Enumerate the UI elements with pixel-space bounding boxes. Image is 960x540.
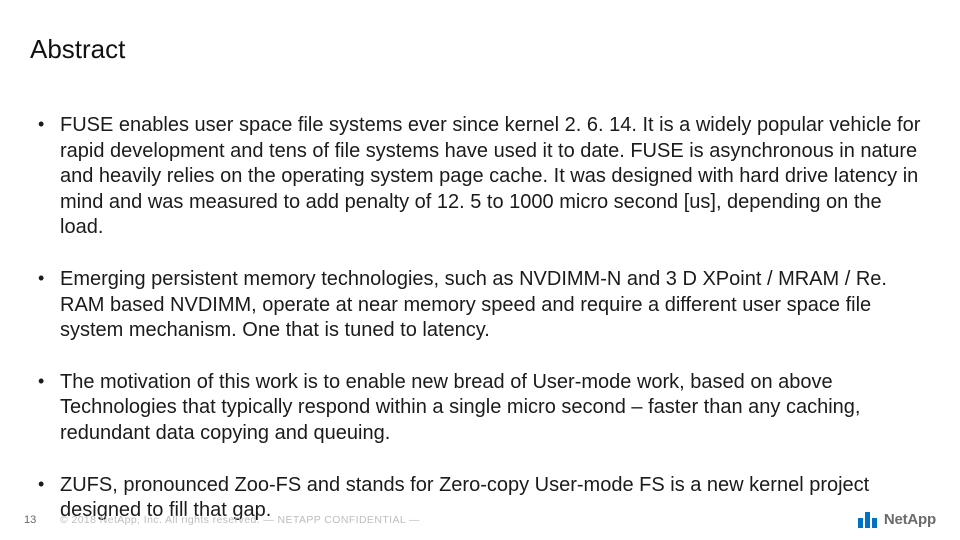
netapp-logo: NetApp <box>858 511 936 528</box>
netapp-logo-text: NetApp <box>884 511 936 528</box>
bullet-item: FUSE enables user space file systems eve… <box>30 113 930 241</box>
bullet-list: FUSE enables user space file systems eve… <box>30 113 930 524</box>
page-number: 13 <box>24 514 36 526</box>
slide-title: Abstract <box>30 34 930 65</box>
netapp-logo-icon <box>858 512 880 528</box>
bullet-item: Emerging persistent memory technologies,… <box>30 267 930 344</box>
bullet-item: The motivation of this work is to enable… <box>30 370 930 447</box>
slide: Abstract FUSE enables user space file sy… <box>0 0 960 540</box>
footer: 13 © 2018 NetApp, Inc. All rights reserv… <box>0 506 960 526</box>
copyright-text: © 2018 NetApp, Inc. All rights reserved.… <box>60 514 420 526</box>
